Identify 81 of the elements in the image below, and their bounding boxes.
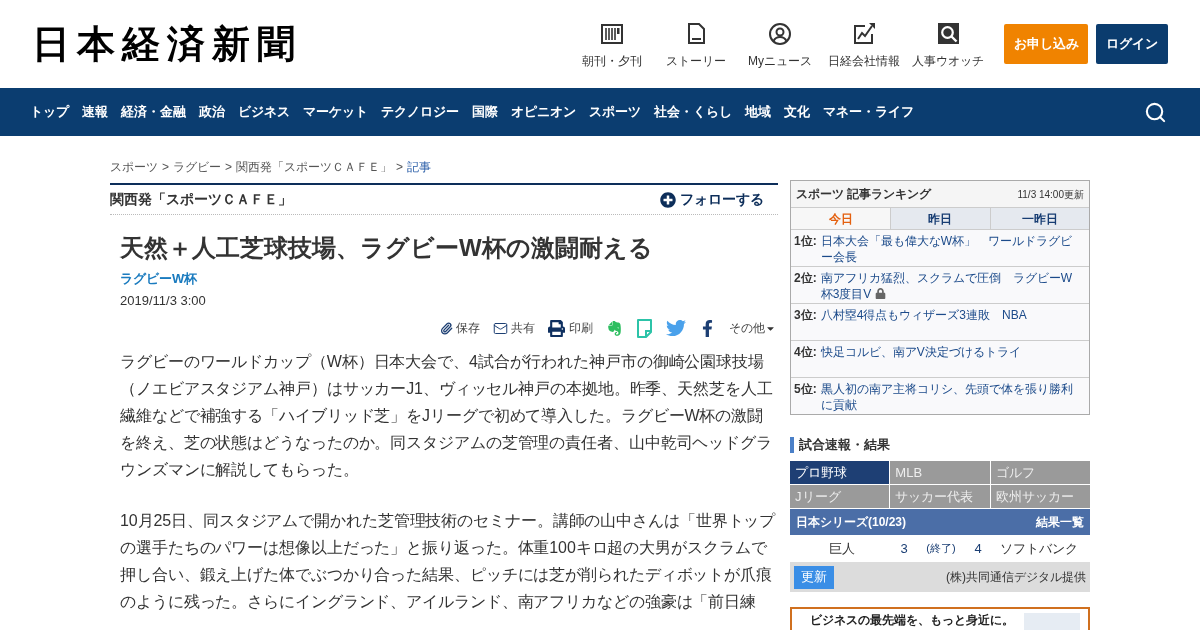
update-time: 11/3 14:00更新: [1017, 187, 1084, 202]
game-status: (終了): [926, 541, 956, 557]
site-logo[interactable]: 日本経済新聞: [32, 25, 302, 63]
article-link[interactable]: 黒人初の南ア主将コリシ、先頭で体を張り勝利に貢献: [820, 381, 1076, 413]
nav-link[interactable]: 文化: [784, 102, 810, 122]
breadcrumb-link[interactable]: スポーツ: [110, 158, 158, 176]
series-label: 日本シリーズ(10/23): [796, 514, 907, 531]
data-credit: (株)共同通信デジタル提供: [946, 569, 1086, 586]
section-heading: 試合速報・結果: [790, 437, 890, 453]
breadcrumb-link[interactable]: 記事: [407, 158, 432, 176]
series-title: 関西発「スポーツＣＡＦＥ」: [110, 190, 292, 209]
twitter-button[interactable]: [666, 318, 686, 338]
nav-link[interactable]: スポーツ: [589, 102, 641, 122]
team-name: ソフトバンク: [1000, 539, 1078, 558]
article-link[interactable]: 南アフリカ猛烈、スクラムで圧倒 ラグビーW杯3度目V: [820, 270, 1076, 302]
nav-link[interactable]: 社会・くらし: [654, 102, 732, 122]
breadcrumb-link[interactable]: 関西発「スポーツＣＡＦＥ」: [236, 158, 393, 176]
nav-link[interactable]: マーケット: [303, 102, 368, 122]
nav-link[interactable]: ビジネス: [238, 102, 290, 122]
nav-link[interactable]: 経済・金融: [121, 102, 186, 122]
header-link[interactable]: 朝刊・夕刊: [570, 18, 654, 70]
magnifier-icon: [937, 23, 959, 44]
elephant-icon: [606, 319, 623, 337]
rank-label: 3位:: [794, 307, 817, 323]
header-link[interactable]: 日経会社情報: [822, 18, 906, 70]
breadcrumb-separator: >: [225, 159, 233, 176]
team-name: 巨人: [829, 539, 855, 558]
breadcrumb-separator: >: [162, 159, 169, 176]
print-link[interactable]: 印刷: [548, 319, 593, 337]
sport-tab[interactable]: プロ野球: [790, 461, 890, 484]
nav-link[interactable]: オピニオン: [511, 102, 576, 122]
paperclip-icon: [440, 321, 453, 335]
article-link[interactable]: 日本大会「最も偉大なW杯」 ワールドラグビー会長: [820, 233, 1076, 265]
document-button[interactable]: [636, 318, 653, 338]
rank-label: 5位:: [794, 381, 817, 397]
elephant-button[interactable]: [606, 319, 623, 337]
topic-tag-link[interactable]: ラグビーW杯: [120, 270, 198, 288]
article-paragraph: ラグビーのワールドカップ（W杯）日本大会で、4試合が行われた神戸市の御崎公園球技場（ノエビアスタジアム神戸）はサッカーJ1、ヴィッセル神戸の本拠地。昨季、天然芝を人工繊維などで補強する「ハイブリッド芝」をJリーグで初めて導入した。ラグビーW杯の激闘を終え、芝の状態はどうなったのか。同スタジアムの芝管理の責任者、山中乾司ヘッドグラウンズマンに解説してもらった。: [120, 352, 774, 480]
rank-label: 2位:: [794, 270, 817, 286]
save-link[interactable]: 保存: [440, 319, 480, 337]
nav-link[interactable]: テクノロジー: [381, 102, 459, 122]
search-icon[interactable]: [1144, 100, 1167, 124]
follow-button[interactable]: フォローする: [660, 189, 764, 210]
nav-link[interactable]: 政治: [199, 102, 225, 122]
nav-link[interactable]: トップ: [30, 102, 69, 122]
user-icon: [769, 22, 791, 45]
more-button[interactable]: その他: [729, 319, 776, 337]
image-placeholder: [1024, 613, 1080, 630]
login-button[interactable]: ログイン: [1096, 24, 1168, 64]
rank-label: 1位:: [794, 233, 817, 249]
ranking-title: スポーツ 記事ランキング: [796, 186, 932, 203]
article-link[interactable]: 快足コルビ、南アV決定づけるトライ: [820, 344, 1021, 360]
header-link[interactable]: ストーリー: [654, 18, 738, 70]
document-icon: [636, 318, 653, 338]
rank-label: 4位:: [794, 344, 817, 360]
ranking-tab[interactable]: 昨日: [890, 208, 990, 229]
newspaper-icon: [601, 23, 623, 44]
article-paragraph: 10月25日、同スタジアムで開かれた芝管理技術のセミナー。講師の山中さんは「世界トップの選手たちのパワーは想像以上だった」と振り返った。体重100キロ超の大男がスクラムで押し合い、鍛え上げた体でぶつかり合った結果、ピッチには芝が削られたディボットが爪痕のように残った。さらにイングランド、アイルランド、南アフリカなどの強豪は「前日練: [120, 511, 777, 612]
nav-link[interactable]: 国際: [472, 102, 498, 122]
share-link[interactable]: 共有: [493, 319, 535, 337]
document-icon: [687, 23, 705, 44]
header-link[interactable]: Myニュース: [738, 18, 822, 70]
article-headline: 天然＋人工芝球技場、ラグビーW杯の激闘耐える: [120, 233, 654, 263]
results-link[interactable]: 結果一覧: [1036, 513, 1084, 531]
publish-date: 2019/11/3 3:00: [120, 292, 206, 310]
header-link[interactable]: 人事ウオッチ: [906, 18, 990, 70]
breadcrumb-link[interactable]: ラグビー: [173, 158, 221, 176]
breadcrumb-separator: >: [396, 159, 404, 176]
ad-banner[interactable]: ビジネスの最先端を、もっと身近に。: [790, 607, 1090, 630]
mail-icon: [493, 320, 508, 336]
score: 4: [974, 539, 982, 558]
nav-link[interactable]: 速報: [82, 102, 108, 122]
plus-icon: [660, 191, 676, 208]
nav-link[interactable]: マネー・ライフ: [823, 102, 914, 122]
ranking-tab[interactable]: 一昨日: [989, 208, 1089, 229]
article-link[interactable]: 八村塁4得点もウィザーズ3連敗 NBA: [820, 307, 1027, 323]
chart-icon: [853, 23, 875, 44]
nav-link[interactable]: 地域: [745, 102, 771, 122]
printer-icon: [548, 319, 565, 337]
score: 3: [900, 539, 908, 558]
bird-icon: [666, 318, 686, 338]
